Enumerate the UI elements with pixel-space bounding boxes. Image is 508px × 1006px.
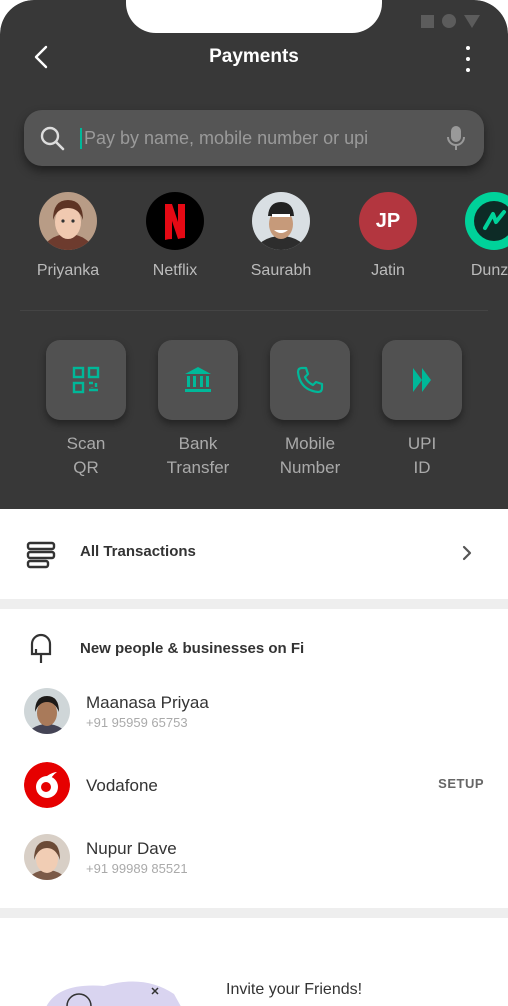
section-separator: [0, 599, 508, 609]
person-name: Maanasa Priyaa: [86, 693, 209, 712]
all-transactions-row[interactable]: All Transactions: [0, 509, 508, 599]
dot-icon: [466, 68, 470, 72]
person-row[interactable]: Maanasa Priyaa +91 95959 65753: [0, 688, 508, 748]
contact-priyanka[interactable]: Priyanka: [18, 192, 118, 280]
chevron-right-icon: [462, 545, 472, 561]
status-bar: [421, 14, 480, 28]
qr-code-icon: [72, 366, 100, 394]
new-people-title: New people & businesses on Fi: [80, 640, 305, 657]
mobile-number-button[interactable]: Mobile Number: [260, 340, 360, 480]
contact-name: Netflix: [152, 262, 198, 279]
device-notch: [126, 0, 382, 33]
netflix-logo: [146, 192, 204, 250]
action-label: Mobile Number: [279, 434, 341, 477]
action-label: Scan QR: [66, 434, 106, 477]
upi-id-button[interactable]: UPI ID: [372, 340, 472, 480]
phone-icon: [296, 366, 324, 394]
person-row[interactable]: Nupur Dave +91 99989 85521: [0, 834, 508, 894]
action-tile: [270, 340, 350, 420]
contact-dunzo[interactable]: Dunzo: [444, 192, 508, 280]
recent-contacts: Priyanka Netflix Saurabh JP Jatin Dunz: [0, 192, 508, 292]
bank-transfer-button[interactable]: Bank Transfer: [148, 340, 248, 480]
vodafone-logo: [24, 762, 70, 808]
person-phone: +91 99989 85521: [86, 861, 188, 876]
contact-name: Saurabh: [250, 262, 312, 279]
person-phone: +91 95959 65753: [86, 715, 188, 730]
contact-name: Jatin: [371, 262, 405, 279]
scan-qr-button[interactable]: Scan QR: [36, 340, 136, 480]
divider: [20, 310, 488, 311]
bank-icon: [185, 367, 211, 392]
more-options-button[interactable]: [456, 46, 480, 72]
action-label: Bank Transfer: [166, 434, 230, 477]
contact-jatin[interactable]: JP Jatin: [338, 192, 438, 280]
square-status-icon: [421, 14, 434, 28]
microphone-icon[interactable]: [444, 124, 468, 152]
action-tile: [382, 340, 462, 420]
page-title: Payments: [209, 46, 299, 67]
all-transactions-label: All Transactions: [80, 543, 196, 560]
setup-button[interactable]: SETUP: [438, 776, 484, 791]
person-name: Vodafone: [86, 776, 158, 795]
action-tile: [46, 340, 126, 420]
invite-illustration: [46, 981, 181, 1006]
dot-icon: [466, 46, 470, 50]
payments-header-panel: Payments Priyanka Netflix: [0, 0, 508, 509]
circle-status-icon: [442, 14, 456, 28]
triangle-status-icon: [464, 14, 480, 28]
person-name: Nupur Dave: [86, 839, 177, 858]
dot-icon: [466, 57, 470, 61]
initials-avatar: JP: [359, 192, 417, 250]
search-bar[interactable]: [24, 110, 484, 166]
avatar: [24, 834, 70, 880]
invite-friends-label: Invite your Friends!: [226, 981, 363, 998]
action-label: UPI ID: [407, 434, 437, 477]
action-tile: [158, 340, 238, 420]
dunzo-logo: [465, 192, 508, 250]
contact-netflix[interactable]: Netflix: [125, 192, 225, 280]
avatar: [252, 192, 310, 250]
section-separator: [0, 908, 508, 918]
avatar: [24, 688, 70, 734]
avatar-initials: JP: [375, 209, 401, 232]
popsicle-icon: [30, 633, 52, 663]
upi-icon: [413, 368, 431, 392]
search-icon: [40, 126, 65, 151]
phone-screen: Payments Priyanka Netflix: [0, 0, 508, 1006]
avatar: [39, 192, 97, 250]
search-input[interactable]: [82, 127, 414, 149]
transactions-list-icon: [26, 541, 56, 569]
contact-saurabh[interactable]: Saurabh: [231, 192, 331, 280]
contact-name: Dunzo: [470, 262, 508, 279]
person-row[interactable]: Vodafone SETUP: [0, 762, 508, 822]
invite-friends-card[interactable]: Invite your Friends!: [0, 918, 508, 1006]
contact-name: Priyanka: [36, 262, 100, 279]
